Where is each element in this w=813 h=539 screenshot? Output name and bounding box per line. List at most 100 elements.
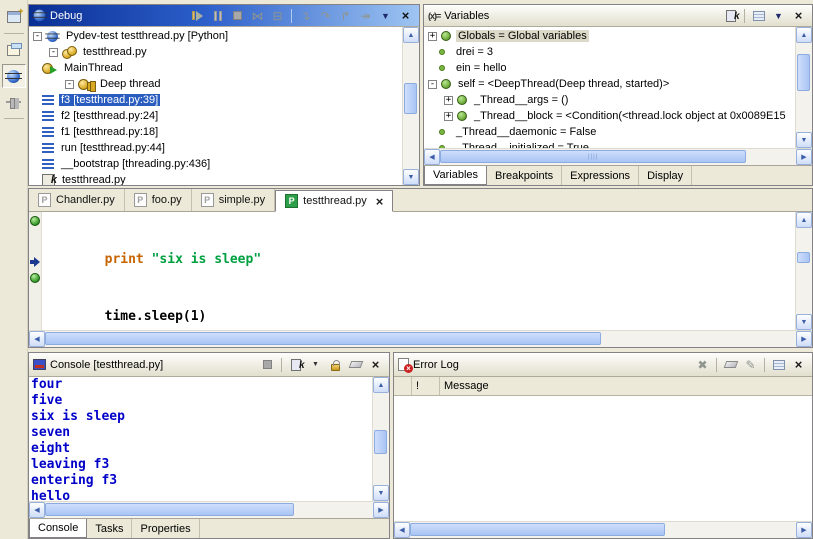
tree-row-process[interactable]: - testthread.py [29, 44, 402, 60]
tree-row-thread-initialized[interactable]: _Thread__initialized = True [424, 140, 795, 148]
tree-row-thread-daemonic[interactable]: _Thread__daemonic = False [424, 124, 795, 140]
scroll-left-icon[interactable]: ◀ [424, 149, 440, 165]
resume-icon[interactable] [188, 7, 207, 25]
tab-properties[interactable]: Properties [132, 519, 199, 538]
console-view-titlebar[interactable]: Console [testthread.py] ▼ × [29, 353, 389, 377]
delete-log-icon[interactable]: ✖ [693, 356, 712, 374]
tree-row-launch[interactable]: - Pydev-test testthread.py [Python] [29, 28, 402, 44]
scroll-down-icon[interactable]: ▼ [796, 132, 812, 148]
scroll-track[interactable] [45, 502, 373, 518]
step-return-icon[interactable]: ↱ [336, 7, 355, 25]
breakpoint-icon[interactable] [30, 273, 40, 283]
scroll-down-icon[interactable]: ▼ [373, 485, 389, 501]
scroll-thumb[interactable] [374, 430, 387, 454]
tab-console[interactable]: Console [29, 519, 87, 538]
editor-tab-testthread[interactable]: P testthread.py × [275, 190, 393, 212]
variables-view-menu-icon[interactable]: ▼ [769, 7, 788, 25]
show-logical-structure-icon[interactable] [721, 7, 740, 25]
tree-row-thread-args[interactable]: + _Thread__args = () [424, 92, 795, 108]
clear-console-icon[interactable] [346, 356, 365, 374]
editor-tab-close-icon[interactable]: × [376, 194, 384, 209]
tree-row-frame-f1[interactable]: f1 [testthread.py:18] [29, 124, 402, 140]
export-log-icon[interactable]: ✎ [741, 356, 760, 374]
scroll-down-icon[interactable]: ▼ [403, 169, 419, 185]
scroll-up-icon[interactable]: ▲ [373, 377, 389, 393]
scroll-thumb[interactable] [45, 503, 294, 516]
scroll-thumb[interactable]: |||| [440, 150, 746, 163]
scroll-track[interactable] [796, 228, 812, 314]
editor-tab-chandler[interactable]: P Chandler.py [29, 189, 125, 211]
tree-row-mainthread[interactable]: MainThread [29, 60, 402, 76]
scroll-down-icon[interactable]: ▼ [796, 314, 812, 330]
tree-row-frame-run[interactable]: run [testthread.py:44] [29, 140, 402, 156]
debug-view-menu-icon[interactable]: ▼ [376, 7, 395, 25]
scroll-thumb[interactable] [45, 332, 601, 345]
expand-icon[interactable]: + [444, 96, 453, 105]
tree-row-globals[interactable]: + Globals = Global variables [424, 28, 795, 44]
tab-breakpoints[interactable]: Breakpoints [487, 166, 562, 185]
variables-vertical-scrollbar[interactable]: ▲ ▼ [795, 27, 812, 148]
debug-launch-tree[interactable]: - Pydev-test testthread.py [Python] - te… [29, 27, 402, 185]
scroll-up-icon[interactable]: ▲ [796, 27, 812, 43]
scroll-right-icon[interactable]: ▶ [796, 149, 812, 165]
scroll-thumb[interactable] [410, 523, 665, 536]
scroll-thumb[interactable] [404, 83, 417, 113]
scroll-left-icon[interactable]: ◀ [29, 502, 45, 518]
column-header-message[interactable]: Message [440, 377, 812, 395]
scroll-track[interactable] [373, 393, 389, 485]
error-log-close-icon[interactable]: × [789, 356, 808, 374]
tree-row-thread-block[interactable]: + _Thread__block = <Condition(<thread.lo… [424, 108, 795, 124]
variables-view-close-icon[interactable]: × [789, 7, 808, 25]
expand-icon[interactable]: + [444, 112, 453, 121]
step-into-icon[interactable]: ↴ [296, 7, 315, 25]
scroll-right-icon[interactable]: ▶ [796, 522, 812, 538]
clear-log-icon[interactable] [721, 356, 740, 374]
scroll-left-icon[interactable]: ◀ [29, 331, 45, 347]
tree-row-ein[interactable]: ein = hello [424, 60, 795, 76]
tree-row-drei[interactable]: drei = 3 [424, 44, 795, 60]
terminate-icon[interactable] [258, 356, 277, 374]
suspend-icon[interactable] [208, 7, 227, 25]
variables-horizontal-scrollbar[interactable]: ◀ |||| ▶ [424, 148, 812, 165]
remove-all-terminated-icon[interactable]: ⊟ [268, 7, 287, 25]
column-header-severity[interactable]: ! [412, 377, 440, 395]
scroll-up-icon[interactable]: ▲ [796, 212, 812, 228]
scroll-lock-icon[interactable] [326, 356, 345, 374]
collapse-icon[interactable]: - [49, 48, 58, 57]
pydev-perspective-button[interactable] [2, 90, 26, 114]
error-log-horizontal-scrollbar[interactable]: ◀ ▶ [394, 521, 812, 538]
scroll-track[interactable]: |||| [440, 149, 796, 165]
terminate-icon[interactable] [228, 7, 247, 25]
tree-row-frame-bootstrap[interactable]: __bootstrap [threading.py:436] [29, 156, 402, 172]
expand-icon[interactable]: + [428, 32, 437, 41]
tab-expressions[interactable]: Expressions [562, 166, 639, 185]
editor-tab-foo[interactable]: P foo.py [125, 189, 192, 211]
collapse-icon[interactable]: - [428, 80, 437, 89]
debug-view-titlebar[interactable]: Debug ⋈ ⊟ ↴ ↷ ↱ ↠ ▼ × [29, 5, 419, 27]
debug-vertical-scrollbar[interactable]: ▲ ▼ [402, 27, 419, 185]
tree-row-self[interactable]: - self = <DeepThread(Deep thread, starte… [424, 76, 795, 92]
tab-tasks[interactable]: Tasks [87, 519, 132, 538]
error-log-titlebar[interactable]: Error Log ✖ ✎ × [394, 353, 812, 377]
scroll-right-icon[interactable]: ▶ [373, 502, 389, 518]
tab-display[interactable]: Display [639, 166, 692, 185]
collapse-icon[interactable]: - [33, 32, 42, 41]
scroll-thumb[interactable] [797, 252, 810, 263]
step-over-icon[interactable]: ↷ [316, 7, 335, 25]
show-detail-pane-icon[interactable] [749, 7, 768, 25]
scroll-left-icon[interactable]: ◀ [394, 522, 410, 538]
error-log-table-body[interactable] [394, 396, 812, 521]
scroll-track[interactable] [796, 43, 812, 132]
tree-row-deepthread[interactable]: - Deep thread [29, 76, 402, 92]
breakpoint-icon[interactable] [30, 216, 40, 226]
collapse-icon[interactable]: - [65, 80, 74, 89]
debug-view-close-icon[interactable]: × [396, 7, 415, 25]
tab-variables[interactable]: Variables [424, 166, 487, 185]
console-dropdown-icon[interactable]: ▼ [306, 356, 325, 374]
display-selected-console-icon[interactable] [286, 356, 305, 374]
resource-perspective-button[interactable] [2, 38, 26, 62]
disconnect-icon[interactable]: ⋈ [248, 7, 267, 25]
scroll-track[interactable] [45, 331, 796, 347]
scroll-track[interactable] [403, 43, 419, 169]
variables-view-titlebar[interactable]: (x)= Variables ▼ × [424, 5, 812, 27]
